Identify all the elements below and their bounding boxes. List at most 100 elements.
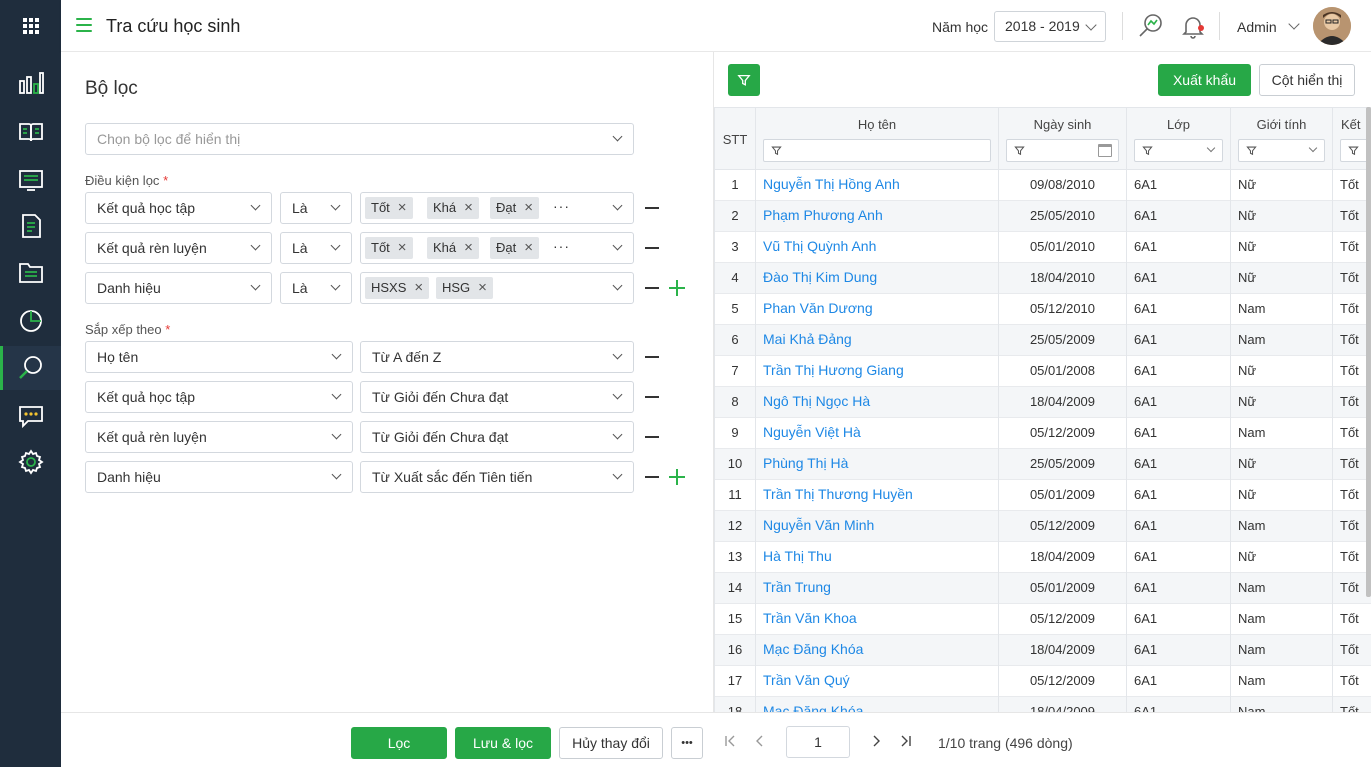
sort-field-select[interactable]: Kết quả rèn luyện	[85, 421, 353, 453]
user-name[interactable]: Admin	[1237, 19, 1277, 35]
remove-tag-icon[interactable]: ×	[464, 200, 473, 215]
remove-condition-icon[interactable]	[645, 247, 659, 249]
cell-name[interactable]: Mạc Đăng Khóa	[756, 635, 999, 666]
cell-name[interactable]: Trần Văn Quý	[756, 666, 999, 697]
sort-order-select[interactable]: Từ Xuất sắc đến Tiên tiến	[360, 461, 634, 493]
condition-operator-select[interactable]: Là	[280, 192, 352, 224]
cell-name[interactable]: Nguyễn Thị Hồng Anh	[756, 170, 999, 201]
document-icon[interactable]	[0, 204, 61, 248]
condition-values-multiselect[interactable]: HSXS × HSG ×	[360, 272, 634, 304]
cell-name[interactable]: Phùng Thị Hà	[756, 449, 999, 480]
table-row[interactable]: 9 Nguyễn Việt Hà 05/12/2009 6A1 Nam Tốt	[715, 418, 1371, 449]
cell-name[interactable]: Vũ Thị Quỳnh Anh	[756, 232, 999, 263]
remove-sort-icon[interactable]	[645, 396, 659, 398]
last-page-icon[interactable]	[900, 735, 912, 747]
class-filter-select[interactable]	[1134, 139, 1223, 162]
notification-bell-icon[interactable]	[1179, 12, 1207, 40]
cell-name[interactable]: Phạm Phương Anh	[756, 201, 999, 232]
remove-tag-icon[interactable]: ×	[478, 280, 487, 295]
condition-values-multiselect[interactable]: Tốt × Khá × Đạt × ···	[360, 192, 634, 224]
remove-tag-icon[interactable]: ×	[524, 240, 533, 255]
previous-page-icon[interactable]	[754, 735, 766, 747]
filter-button[interactable]: Lọc	[351, 727, 447, 759]
columns-button[interactable]: Cột hiển thị	[1259, 64, 1355, 96]
cell-name[interactable]: Trần Thị Hương Giang	[756, 356, 999, 387]
remove-tag-icon[interactable]: ×	[414, 280, 423, 295]
table-row[interactable]: 4 Đào Thị Kim Dung 18/04/2010 6A1 Nữ Tốt	[715, 263, 1371, 294]
apps-grid-icon[interactable]	[0, 4, 61, 48]
menu-toggle-icon[interactable]	[76, 18, 92, 32]
cell-name[interactable]: Ngô Thị Ngọc Hà	[756, 387, 999, 418]
bar-chart-icon[interactable]	[0, 61, 61, 105]
sort-field-select[interactable]: Danh hiệu	[85, 461, 353, 493]
cell-name[interactable]: Mạc Đăng Khóa	[756, 697, 999, 712]
sort-order-select[interactable]: Từ A đến Z	[360, 341, 634, 373]
table-scrollbar[interactable]	[1366, 107, 1371, 597]
table-row[interactable]: 12 Nguyễn Văn Minh 05/12/2009 6A1 Nam Tốt	[715, 511, 1371, 542]
add-condition-icon[interactable]	[669, 280, 685, 296]
year-select[interactable]: 2018 - 2019	[994, 11, 1106, 42]
gender-filter-select[interactable]	[1238, 139, 1325, 162]
sort-field-select[interactable]: Kết quả học tập	[85, 381, 353, 413]
remove-condition-icon[interactable]	[645, 207, 659, 209]
folder-icon[interactable]	[0, 250, 61, 294]
sort-field-select[interactable]: Họ tên	[85, 341, 353, 373]
condition-field-select[interactable]: Kết quả học tập	[85, 192, 272, 224]
condition-field-select[interactable]: Kết quả rèn luyện	[85, 232, 272, 264]
name-filter-input[interactable]	[763, 139, 991, 162]
preset-filter-select[interactable]: Chọn bộ lọc để hiển thị	[85, 123, 634, 155]
condition-values-multiselect[interactable]: Tốt × Khá × Đạt × ···	[360, 232, 634, 264]
add-sort-icon[interactable]	[669, 469, 685, 485]
column-header-name[interactable]: Họ tên	[756, 108, 999, 170]
table-row[interactable]: 13 Hà Thị Thu 18/04/2009 6A1 Nữ Tốt	[715, 542, 1371, 573]
cell-name[interactable]: Trần Trung	[756, 573, 999, 604]
remove-tag-icon[interactable]: ×	[464, 240, 473, 255]
monitor-icon[interactable]	[0, 158, 61, 202]
table-row[interactable]: 6 Mai Khả Đảng 25/05/2009 6A1 Nam Tốt	[715, 325, 1371, 356]
more-actions-button[interactable]: •••	[671, 727, 703, 759]
avatar[interactable]	[1313, 7, 1351, 45]
export-button[interactable]: Xuất khẩu	[1158, 64, 1251, 96]
table-row[interactable]: 2 Phạm Phương Anh 25/05/2010 6A1 Nữ Tốt	[715, 201, 1371, 232]
search-icon[interactable]	[0, 346, 61, 390]
first-page-icon[interactable]	[724, 735, 736, 747]
table-row[interactable]: 17 Trần Văn Quý 05/12/2009 6A1 Nam Tốt	[715, 666, 1371, 697]
cell-name[interactable]: Nguyễn Văn Minh	[756, 511, 999, 542]
column-header-gender[interactable]: Giới tính	[1231, 108, 1333, 170]
user-menu-chevron-icon[interactable]	[1288, 18, 1300, 30]
table-row[interactable]: 7 Trần Thị Hương Giang 05/01/2008 6A1 Nữ Tốt	[715, 356, 1371, 387]
remove-tag-icon[interactable]: ×	[398, 200, 407, 215]
table-row[interactable]: 8 Ngô Thị Ngọc Hà 18/04/2009 6A1 Nữ Tốt	[715, 387, 1371, 418]
table-row[interactable]: 5 Phan Văn Dương 05/12/2010 6A1 Nam Tốt	[715, 294, 1371, 325]
settings-icon[interactable]	[0, 440, 61, 484]
remove-tag-icon[interactable]: ×	[398, 240, 407, 255]
sort-order-select[interactable]: Từ Giỏi đến Chưa đạt	[360, 421, 634, 453]
table-row[interactable]: 14 Trần Trung 05/01/2009 6A1 Nam Tốt	[715, 573, 1371, 604]
page-number-input[interactable]: 1	[786, 726, 850, 758]
column-header-dob[interactable]: Ngày sinh	[999, 108, 1127, 170]
table-row[interactable]: 1 Nguyễn Thị Hồng Anh 09/08/2010 6A1 Nữ Tốt	[715, 170, 1371, 201]
cancel-changes-button[interactable]: Hủy thay đổi	[559, 727, 663, 759]
dob-filter-input[interactable]	[1006, 139, 1119, 162]
table-row[interactable]: 10 Phùng Thị Hà 25/05/2009 6A1 Nữ Tốt	[715, 449, 1371, 480]
column-header-stt[interactable]: STT	[715, 108, 756, 170]
cell-name[interactable]: Nguyễn Việt Hà	[756, 418, 999, 449]
filter-funnel-button[interactable]	[728, 64, 760, 96]
analytics-search-icon[interactable]	[1137, 12, 1165, 40]
remove-sort-icon[interactable]	[645, 356, 659, 358]
next-page-icon[interactable]	[870, 735, 882, 747]
column-header-class[interactable]: Lớp	[1127, 108, 1231, 170]
remove-tag-icon[interactable]: ×	[524, 200, 533, 215]
table-row[interactable]: 11 Trần Thị Thương Huyền 05/01/2009 6A1 Nữ Tố…	[715, 480, 1371, 511]
cell-name[interactable]: Hà Thị Thu	[756, 542, 999, 573]
book-icon[interactable]	[0, 110, 61, 154]
table-row[interactable]: 18 Mạc Đăng Khóa 18/04/2009 6A1 Nam Tốt	[715, 697, 1371, 712]
table-row[interactable]: 15 Trần Văn Khoa 05/12/2009 6A1 Nam Tốt	[715, 604, 1371, 635]
remove-sort-icon[interactable]	[645, 436, 659, 438]
sort-order-select[interactable]: Từ Giỏi đến Chưa đạt	[360, 381, 634, 413]
cell-name[interactable]: Trần Văn Khoa	[756, 604, 999, 635]
table-row[interactable]: 16 Mạc Đăng Khóa 18/04/2009 6A1 Nam Tốt	[715, 635, 1371, 666]
remove-sort-icon[interactable]	[645, 476, 659, 478]
remove-condition-icon[interactable]	[645, 287, 659, 289]
cell-name[interactable]: Trần Thị Thương Huyền	[756, 480, 999, 511]
